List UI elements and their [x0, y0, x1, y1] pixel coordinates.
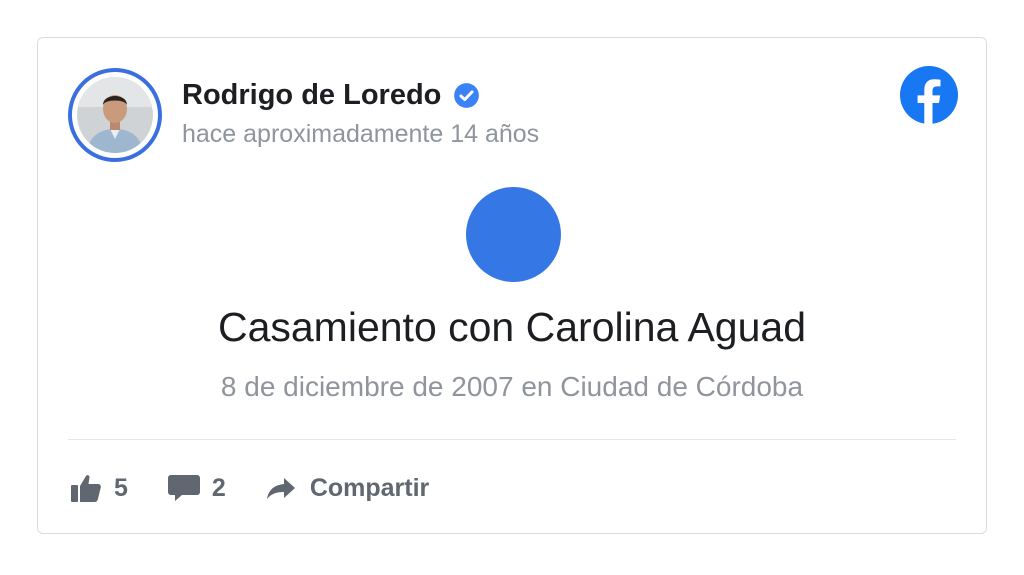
event-title: Casamiento con Carolina Aguad	[217, 304, 807, 350]
facebook-logo-icon[interactable]	[900, 66, 958, 124]
comment-button[interactable]: 2	[167, 473, 226, 503]
event-subtitle: 8 de diciembre de 2007 en Ciudad de Córd…	[220, 371, 804, 402]
like-button[interactable]: 5	[70, 473, 128, 503]
facebook-post-card: Rodrigo de Loredo hace aproximadamente 1…	[37, 37, 987, 534]
life-event-icon	[466, 187, 561, 282]
avatar[interactable]	[68, 68, 162, 162]
share-label: Compartir	[309, 473, 430, 502]
avatar-photo	[77, 77, 153, 153]
share-button[interactable]: Compartir	[266, 474, 429, 503]
comment-count: 2	[211, 473, 226, 502]
post-timestamp[interactable]: hace aproximadamente 14 años	[182, 120, 539, 149]
thumbs-up-icon	[71, 475, 101, 502]
like-count: 5	[114, 473, 128, 502]
action-bar: 5 2 Compartir	[70, 466, 469, 510]
author-name[interactable]: Rodrigo de Loredo	[182, 79, 441, 112]
speech-bubble-icon	[167, 475, 200, 501]
share-arrow-icon	[266, 478, 295, 499]
divider	[68, 439, 956, 440]
verified-badge-icon	[453, 82, 480, 109]
author-name-row: Rodrigo de Loredo	[182, 79, 480, 112]
